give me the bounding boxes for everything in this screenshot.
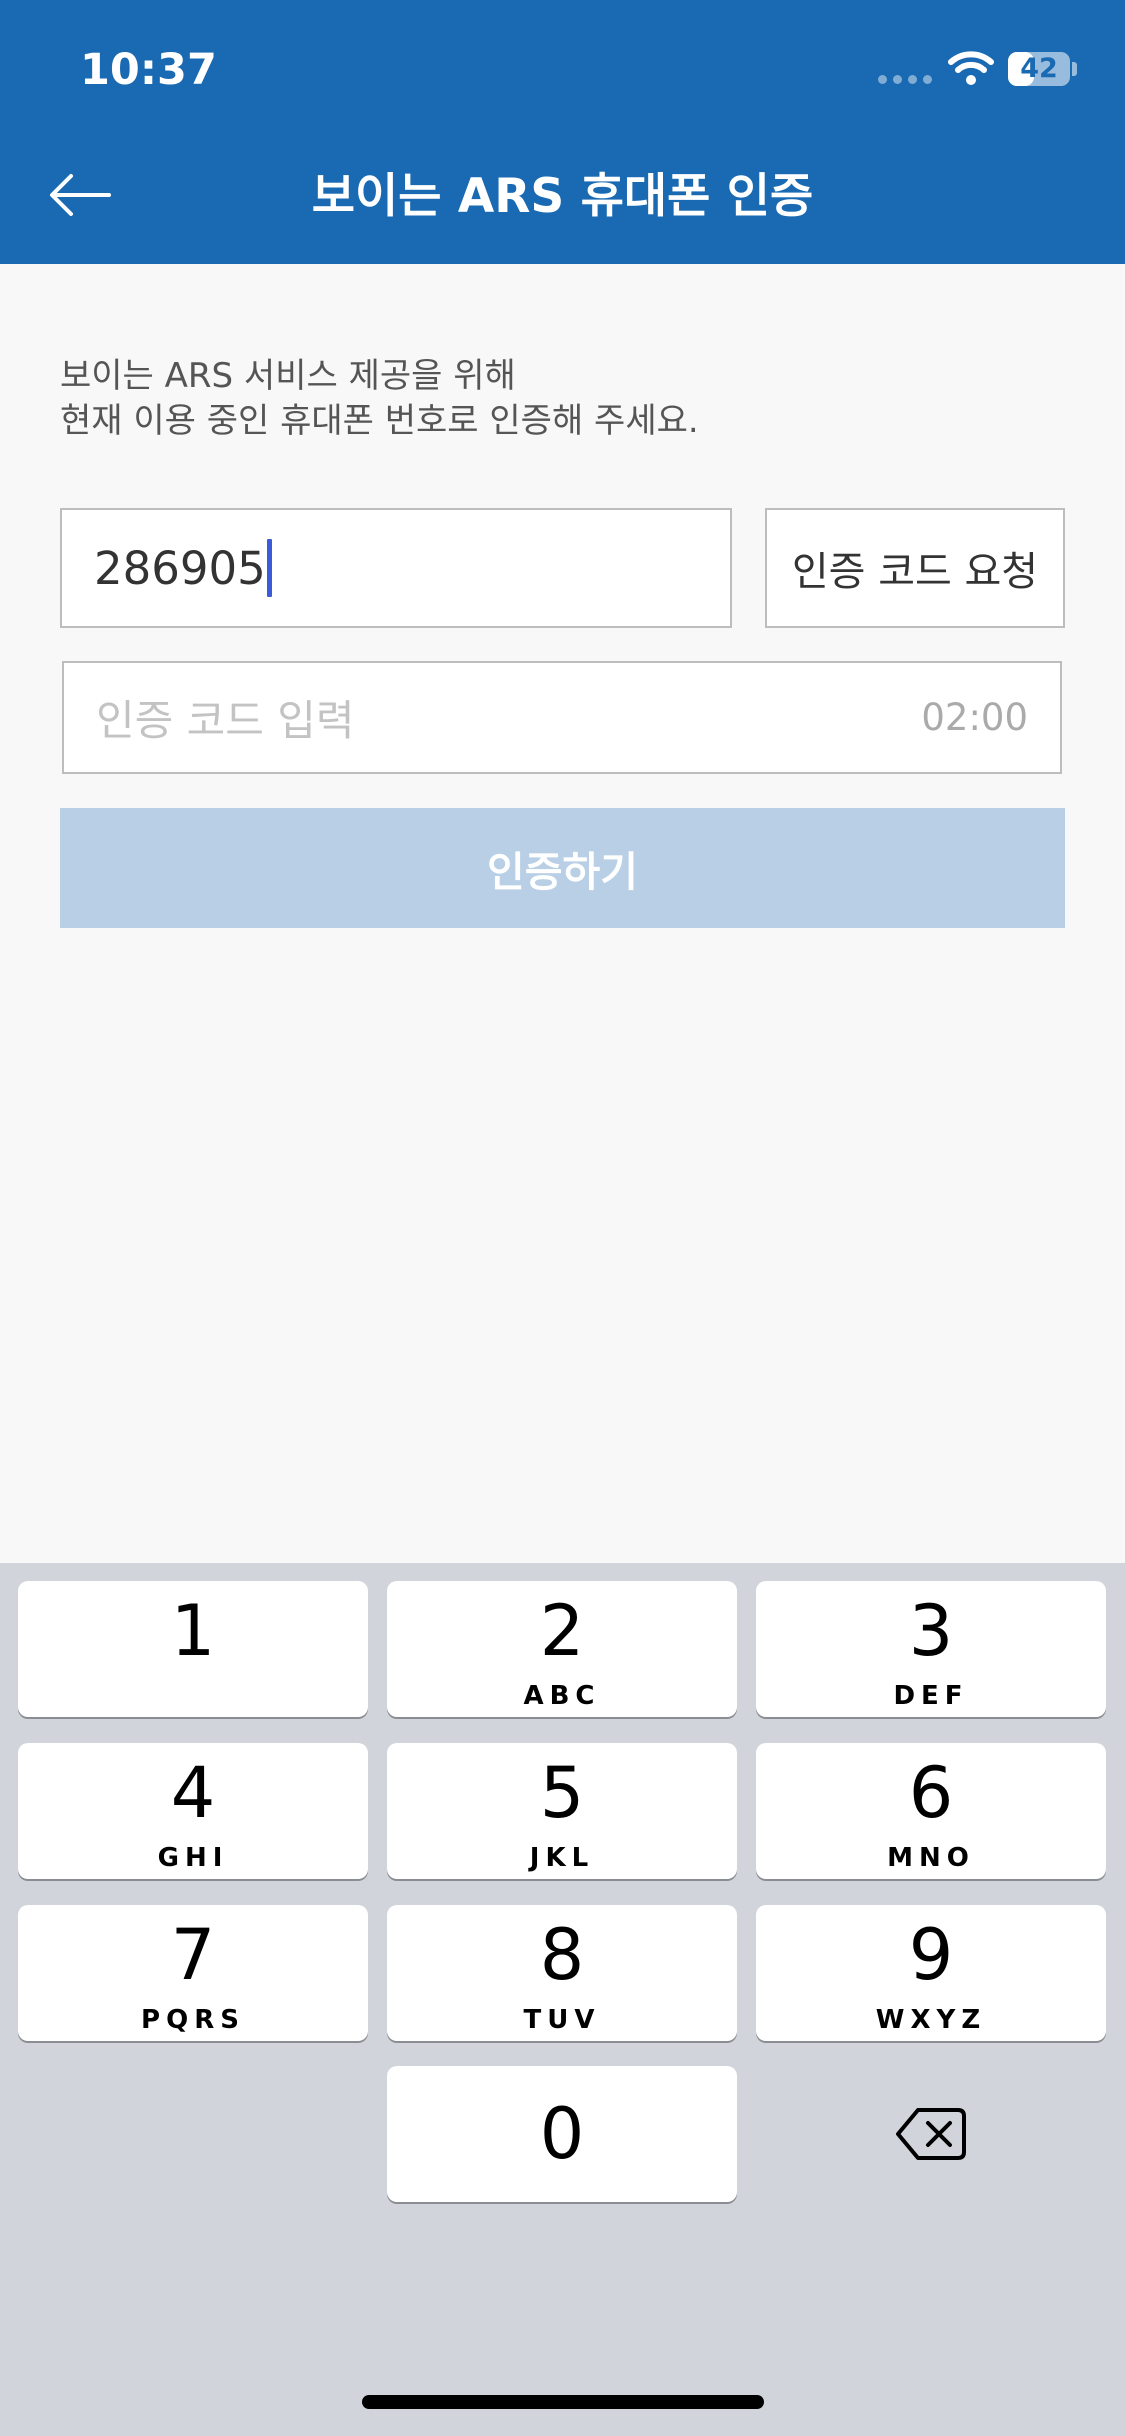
key-digit: 9 bbox=[908, 1914, 954, 1996]
keypad-key-0[interactable]: 0 bbox=[387, 2066, 737, 2202]
arrow-left-icon bbox=[50, 174, 111, 216]
keypad-key-1[interactable]: 1 bbox=[18, 1581, 368, 1717]
home-indicator bbox=[362, 2395, 764, 2409]
keypad-key-2[interactable]: 2 ABC bbox=[387, 1581, 737, 1717]
key-digit: 2 bbox=[539, 1590, 585, 1672]
back-button[interactable] bbox=[40, 160, 120, 230]
instructions-line-2: 현재 이용 중인 휴대폰 번호로 인증해 주세요. bbox=[60, 401, 699, 441]
phone-number-value: 286905 bbox=[94, 541, 266, 595]
key-letters bbox=[18, 1681, 368, 1711]
wifi-icon bbox=[948, 51, 994, 85]
key-letters: WXYZ bbox=[875, 2005, 987, 2035]
key-digit: 7 bbox=[170, 1914, 216, 1996]
instructions-line-1: 보이는 ARS 서비스 제공을 위해 bbox=[60, 356, 516, 396]
page-title: 보이는 ARS 휴대폰 인증 bbox=[311, 169, 814, 224]
instructions-text: 보이는 ARS 서비스 제공을 위해 현재 이용 중인 휴대폰 번호로 인증해 … bbox=[60, 354, 1060, 444]
key-digit: 0 bbox=[539, 2093, 585, 2175]
key-letters: MNO bbox=[887, 1843, 975, 1873]
status-time: 10:37 bbox=[80, 45, 217, 95]
text-cursor bbox=[266, 539, 272, 597]
key-digit: 6 bbox=[908, 1752, 954, 1834]
keypad-key-8[interactable]: 8 TUV bbox=[387, 1905, 737, 2041]
key-digit: 1 bbox=[170, 1590, 216, 1672]
phone-number-input[interactable]: 286905 bbox=[60, 508, 732, 628]
countdown-timer: 02:00 bbox=[921, 696, 1028, 739]
key-letters: DEF bbox=[893, 1681, 969, 1711]
key-letters: TUV bbox=[523, 2005, 601, 2035]
keypad-delete-key[interactable] bbox=[756, 2066, 1106, 2202]
key-letters: PQRS bbox=[141, 2005, 245, 2035]
battery-icon: 42 bbox=[1008, 52, 1070, 86]
key-digit: 3 bbox=[908, 1590, 954, 1672]
key-letters: JKL bbox=[529, 1843, 595, 1873]
request-code-button[interactable]: 인증 코드 요청 bbox=[765, 508, 1065, 628]
backspace-icon bbox=[896, 2108, 966, 2160]
app-header: 10:37 42 보이는 ARS 휴대폰 인증 bbox=[0, 0, 1125, 264]
keypad-key-4[interactable]: 4 GHI bbox=[18, 1743, 368, 1879]
code-input-placeholder: 인증 코드 입력 bbox=[96, 696, 355, 745]
key-digit: 8 bbox=[539, 1914, 585, 1996]
key-letters: GHI bbox=[157, 1843, 229, 1873]
battery-cap bbox=[1072, 62, 1077, 76]
key-digit: 4 bbox=[170, 1752, 216, 1834]
keypad-key-6[interactable]: 6 MNO bbox=[756, 1743, 1106, 1879]
keypad-key-3[interactable]: 3 DEF bbox=[756, 1581, 1106, 1717]
key-letters: ABC bbox=[523, 1681, 601, 1711]
keypad-key-9[interactable]: 9 WXYZ bbox=[756, 1905, 1106, 2041]
keypad-key-7[interactable]: 7 PQRS bbox=[18, 1905, 368, 2041]
cellular-signal-icon bbox=[878, 75, 934, 85]
battery-percentage: 42 bbox=[1020, 53, 1058, 84]
verify-button[interactable]: 인증하기 bbox=[60, 808, 1065, 928]
key-digit: 5 bbox=[539, 1752, 585, 1834]
keypad-key-5[interactable]: 5 JKL bbox=[387, 1743, 737, 1879]
verification-code-input[interactable]: 인증 코드 입력 02:00 bbox=[62, 661, 1062, 774]
